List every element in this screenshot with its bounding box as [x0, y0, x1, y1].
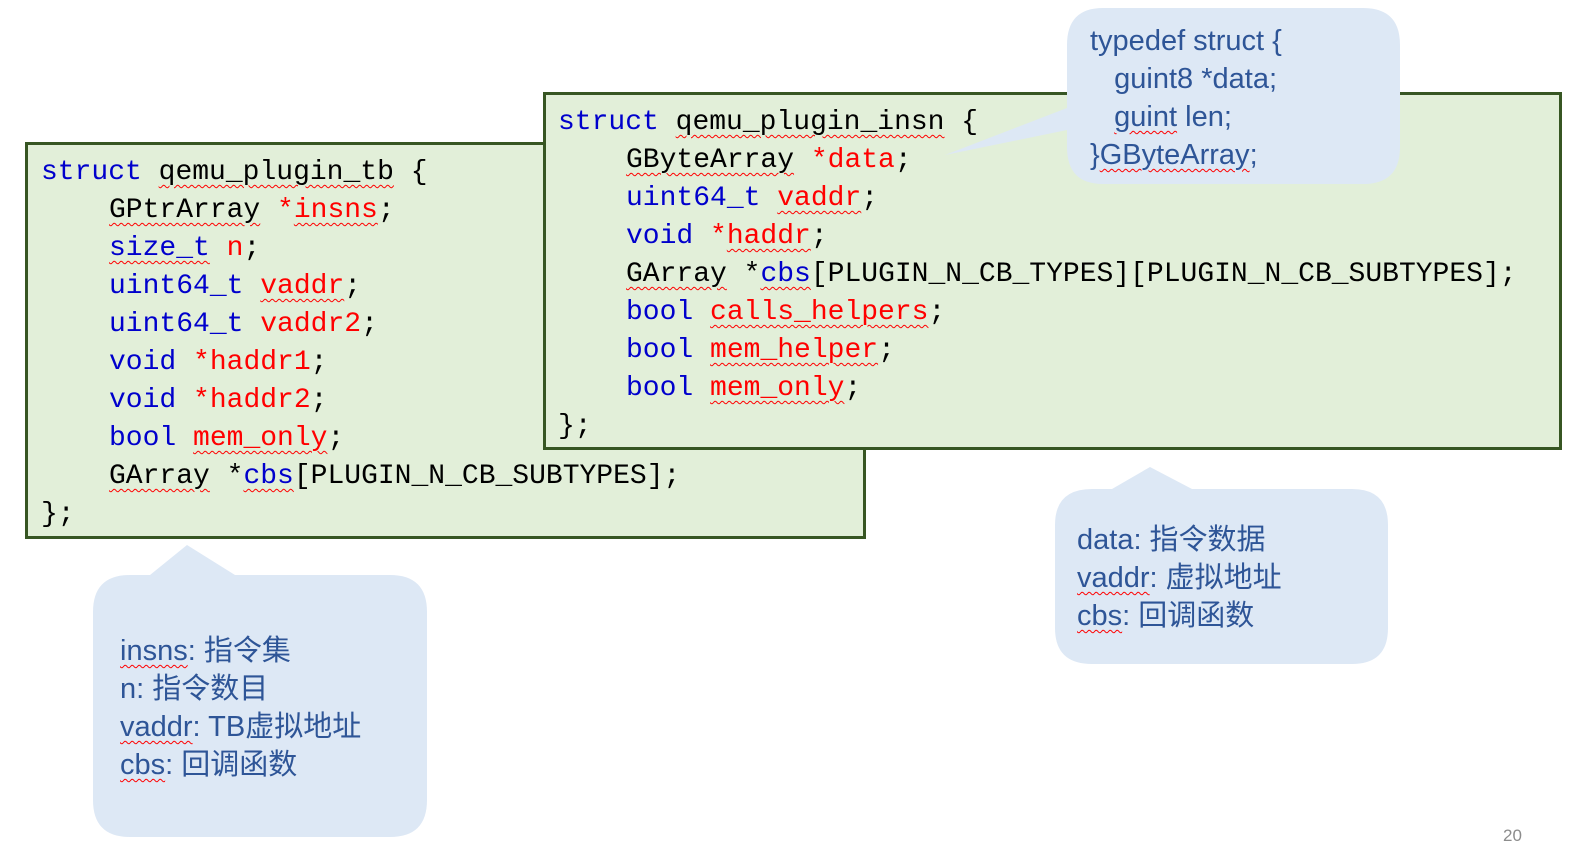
callout-segment: len; [1177, 101, 1232, 133]
callout-segment: : 指令集 [187, 635, 291, 667]
callout-gbytearray-text: typedef struct { guint8 *data; guint len… [1090, 22, 1282, 174]
callout-segment: data: 指令数据 [1077, 524, 1266, 556]
callout-segment: n: 指令数目 [120, 673, 269, 705]
callout-line: data: 指令数据 [1077, 521, 1282, 559]
callout-segment: ; [1249, 139, 1258, 171]
callout-line: guint len; [1090, 98, 1282, 136]
callout-segment: insns [120, 635, 188, 667]
callout-segment: } [1090, 139, 1100, 171]
callout-segment: GByteArray [1099, 139, 1250, 171]
callout-segment: : TB虚拟地址 [192, 711, 362, 743]
callout-segment: cbs [120, 749, 166, 781]
callout-segment: : 回调函数 [165, 749, 298, 781]
callout-line: }GByteArray; [1090, 136, 1282, 174]
callout-segment: guint8 *data; [1090, 63, 1278, 95]
callout-line: cbs: 回调函数 [120, 746, 361, 784]
callout-line: guint8 *data; [1090, 60, 1282, 98]
callout-segment: : 虚拟地址 [1149, 562, 1282, 594]
callout-insn-text: data: 指令数据 vaddr: 虚拟地址 cbs: 回调函数 [1077, 521, 1282, 635]
callout-line: vaddr: TB虚拟地址 [120, 708, 361, 746]
callout-line: insns: 指令集 [120, 632, 361, 670]
callout-segment: cbs [1077, 600, 1123, 632]
callout-segment: vaddr [120, 711, 193, 743]
callout-line: vaddr: 虚拟地址 [1077, 559, 1282, 597]
callout-line: typedef struct { [1090, 22, 1282, 60]
callout-segment: guint [1114, 101, 1178, 133]
callout-line: n: 指令数目 [120, 670, 361, 708]
callout-segment: : 回调函数 [1122, 600, 1255, 632]
callout-segment: vaddr [1077, 562, 1150, 594]
callout-segment [1090, 101, 1114, 133]
callout-line: cbs: 回调函数 [1077, 597, 1282, 635]
page-number: 20 [1503, 826, 1522, 845]
callout-segment: typedef struct { [1090, 25, 1282, 57]
callout-tb-text: insns: 指令集 n: 指令数目 vaddr: TB虚拟地址 cbs: 回调函数 [120, 632, 361, 784]
